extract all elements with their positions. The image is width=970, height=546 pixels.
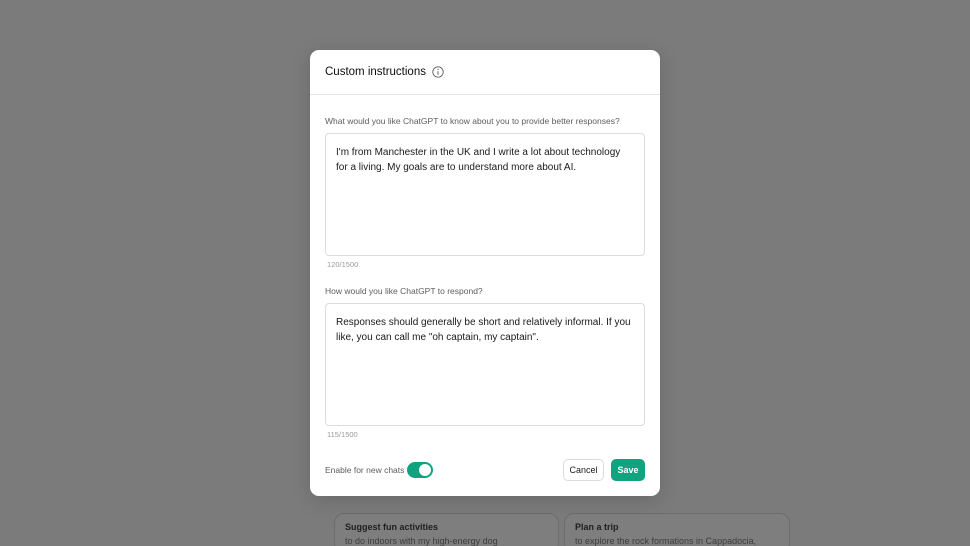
about-you-textarea[interactable]: I'm from Manchester in the UK and I writ… — [325, 133, 645, 256]
save-button[interactable]: Save — [611, 459, 645, 481]
dialog-header: Custom instructions — [310, 50, 660, 95]
response-style-label: How would you like ChatGPT to respond? — [325, 286, 483, 296]
response-style-char-counter: 115/1500 — [327, 430, 358, 439]
about-you-char-counter: 120/1500 — [327, 260, 359, 269]
enable-new-chats-toggle[interactable] — [407, 462, 433, 478]
suggestion-card-activities: Suggest fun activities to do indoors wit… — [334, 513, 559, 546]
suggestion-card-subtitle: to do indoors with my high-energy dog — [345, 536, 498, 546]
info-icon[interactable] — [432, 66, 444, 78]
toggle-knob — [419, 464, 431, 476]
response-style-textarea[interactable]: Responses should generally be short and … — [325, 303, 645, 426]
suggestion-card-trip: Plan a trip to explore the rock formatio… — [564, 513, 790, 546]
custom-instructions-dialog: Custom instructions What would you like … — [310, 50, 660, 496]
suggestion-card-title: Plan a trip — [575, 522, 619, 532]
enable-new-chats-label: Enable for new chats — [325, 465, 405, 475]
dialog-title: Custom instructions — [325, 66, 426, 78]
suggestion-card-title: Suggest fun activities — [345, 522, 439, 532]
cancel-button[interactable]: Cancel — [563, 459, 604, 481]
suggestion-card-subtitle: to explore the rock formations in Cappad… — [575, 536, 757, 546]
about-you-label: What would you like ChatGPT to know abou… — [325, 116, 620, 126]
